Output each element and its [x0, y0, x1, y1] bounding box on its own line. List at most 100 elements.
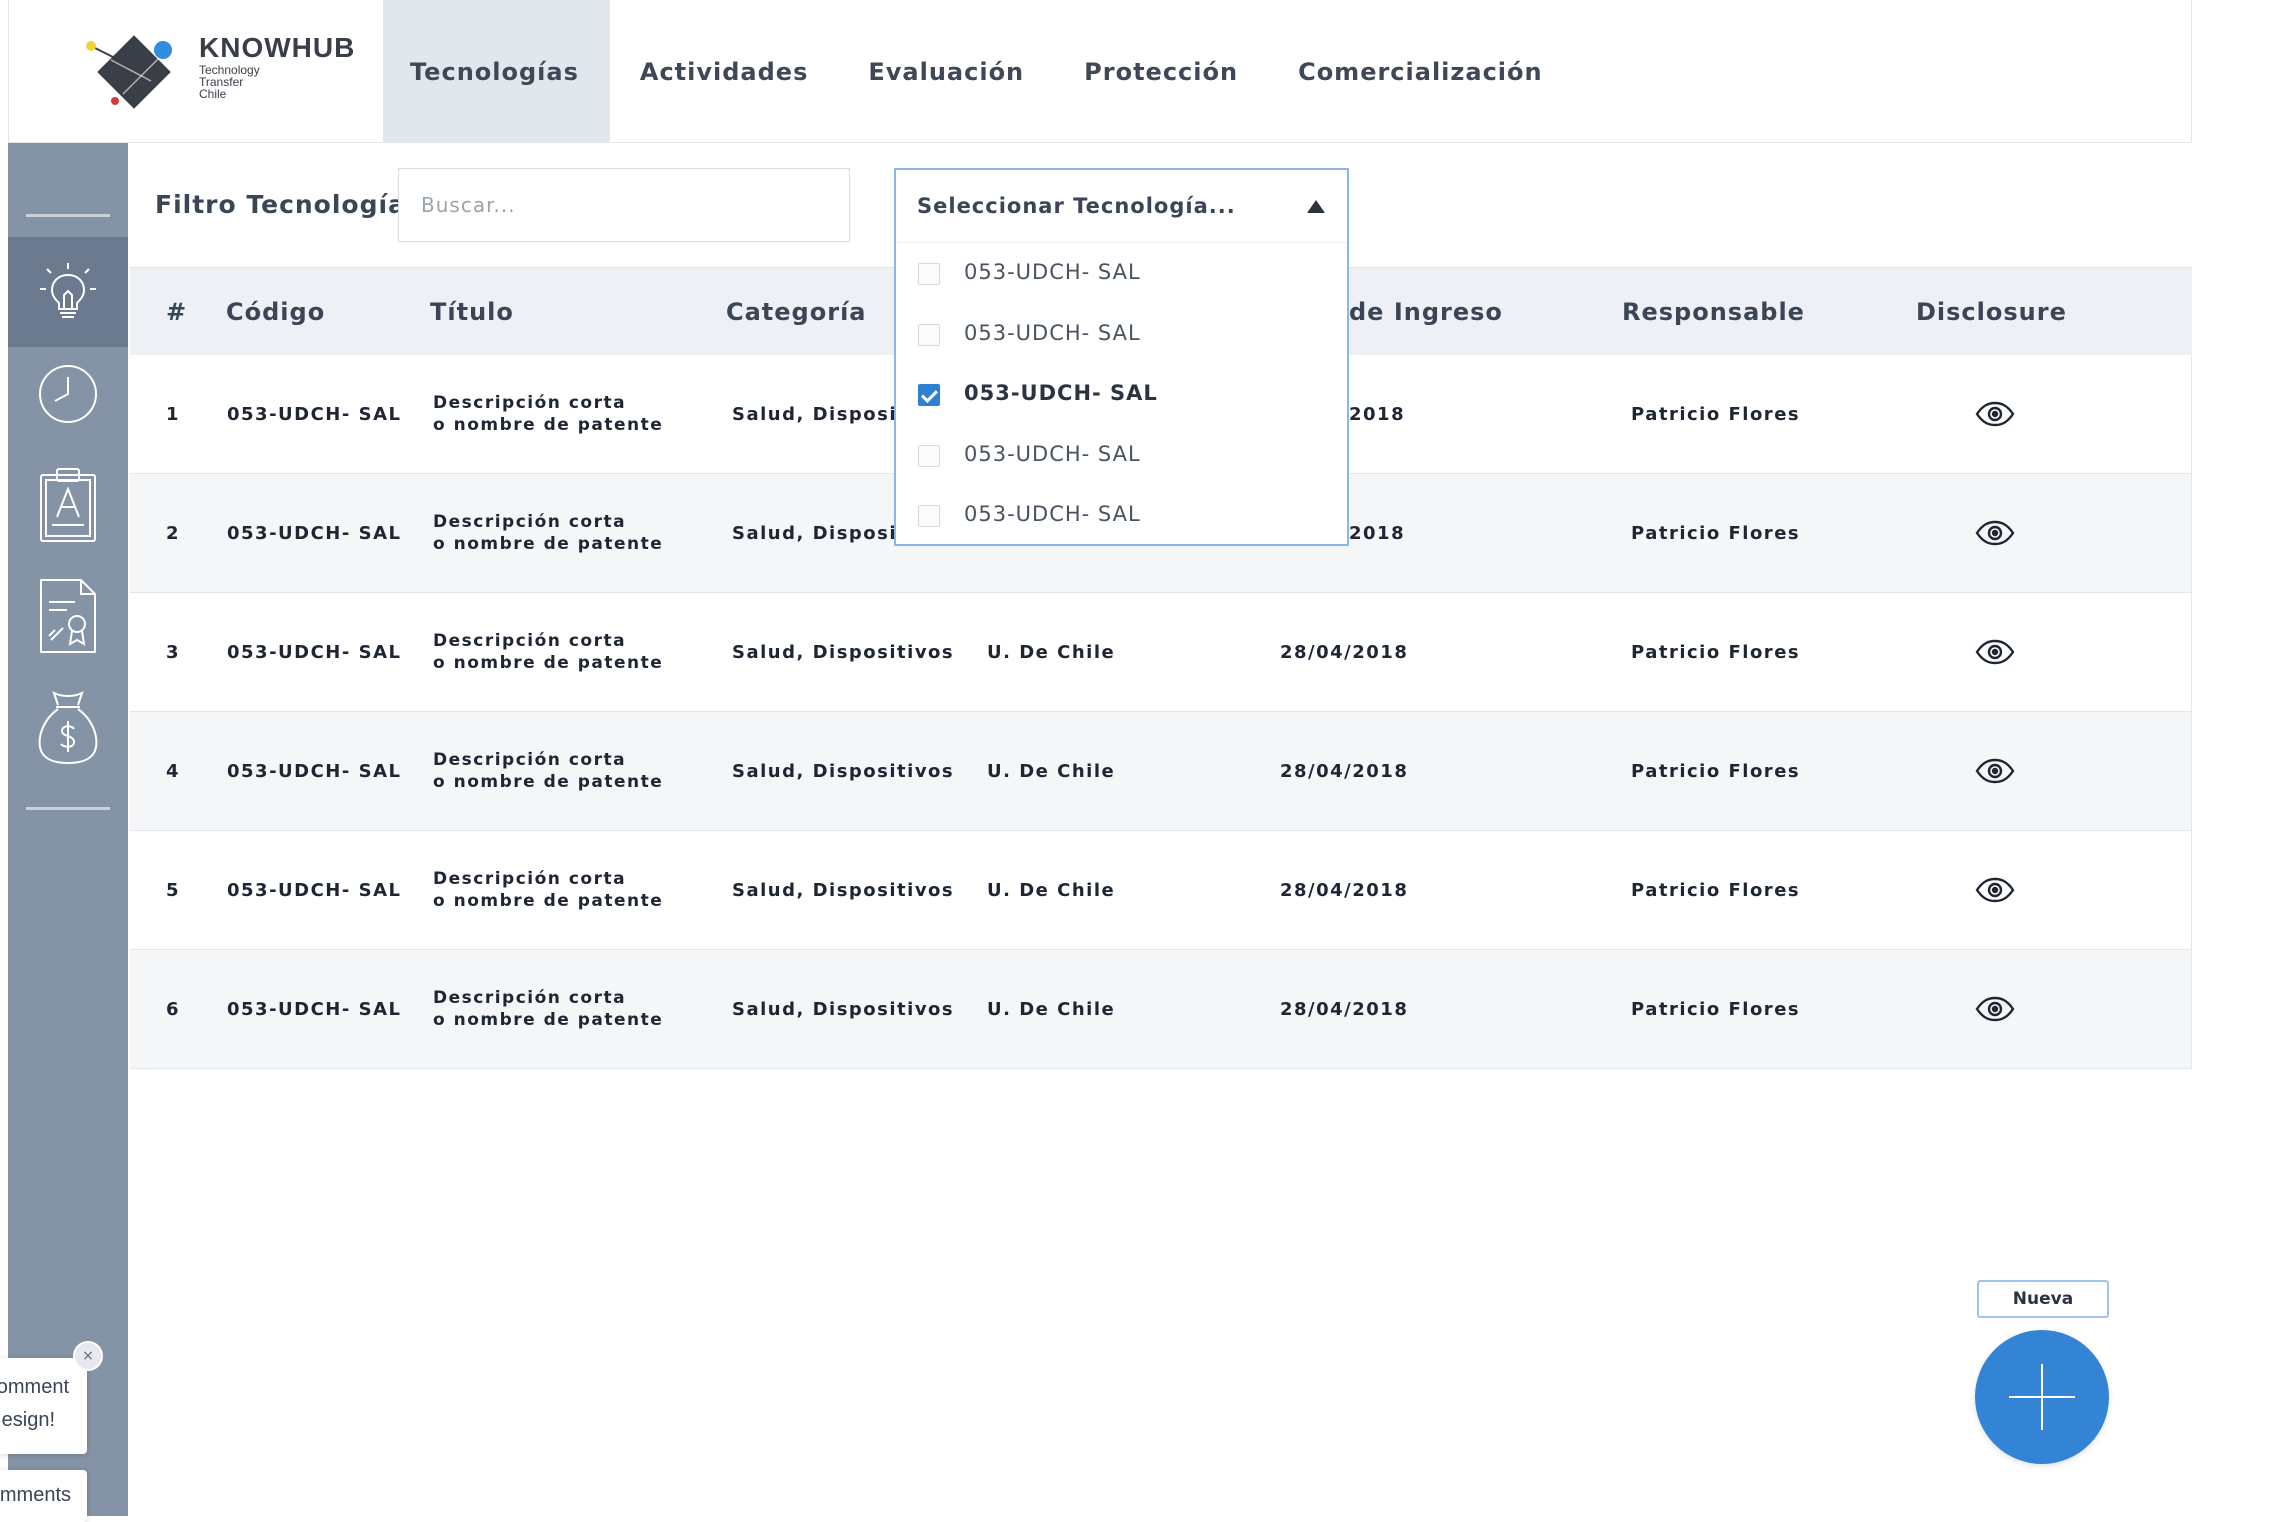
cell-codigo: 053-UDCH- SAL — [227, 879, 402, 901]
cell-num: 1 — [166, 403, 181, 425]
sidebar-item-proteccion[interactable] — [8, 561, 128, 671]
checkbox[interactable] — [918, 444, 940, 467]
cell-codigo: 053-UDCH- SAL — [227, 760, 402, 782]
cell-fecha-ingreso: 28/04/2018 — [1280, 641, 1409, 663]
nav-tab-evaluacion[interactable]: Evaluación — [838, 0, 1054, 143]
cell-titulo-line-2: o nombre de patente — [433, 1010, 664, 1030]
technology-select-placeholder: Seleccionar Tecnología... — [917, 194, 1236, 218]
cell-categoria: Salud, Dispositivos — [732, 641, 955, 663]
cell-categoria: Salud, Dispositivos — [732, 998, 955, 1020]
eye-icon[interactable] — [1975, 831, 2015, 949]
eye-icon[interactable] — [1975, 712, 2015, 830]
cell-num: 4 — [166, 760, 181, 782]
eye-icon[interactable] — [1975, 355, 2015, 473]
sidebar-divider — [26, 807, 110, 810]
sidebar-item-tecnologias[interactable] — [8, 237, 128, 347]
nav-tab-comercializacion[interactable]: Comercialización — [1268, 0, 1573, 143]
cell-responsable: Patricio Flores — [1631, 998, 1801, 1020]
sidebar-item-evaluacion[interactable] — [8, 450, 128, 560]
cell-titulo: Descripción corta o nombre de patente — [433, 355, 673, 473]
sidebar — [8, 143, 128, 1516]
technology-option[interactable]: 053-UDCH- SAL — [896, 364, 1347, 425]
comments-button[interactable]: mments — [0, 1470, 87, 1522]
table-row[interactable]: 4 053-UDCH- SAL Descripción corta o nombre … — [130, 712, 2192, 831]
cell-titulo-line-2: o nombre de patente — [433, 891, 664, 911]
col-header-ingreso[interactable]: de Ingreso — [1349, 268, 1503, 356]
cell-codigo: 053-UDCH- SAL — [227, 998, 402, 1020]
eye-icon[interactable] — [1975, 593, 2015, 711]
technology-option[interactable]: 053-UDCH- SAL — [896, 243, 1347, 304]
table-row[interactable]: 3 053-UDCH- SAL Descripción corta o nombre … — [130, 593, 2192, 712]
checkbox[interactable] — [918, 323, 940, 346]
cell-titulo: Descripción corta o nombre de patente — [433, 474, 673, 592]
cell-titulo-line-1: Descripción corta — [433, 988, 627, 1008]
checkbox[interactable] — [918, 505, 940, 527]
nav-tab-actividades[interactable]: Actividades — [610, 0, 839, 143]
technology-option[interactable]: 053-UDCH- SAL — [896, 425, 1347, 486]
cell-num: 6 — [166, 998, 181, 1020]
table-row[interactable]: 6 053-UDCH- SAL Descripción corta o nombre … — [130, 950, 2192, 1069]
cell-responsable: Patricio Flores — [1631, 760, 1801, 782]
knowhub-wordmark: KNOWHUB Technology Transfer Chile — [199, 32, 356, 101]
col-header-categoria[interactable]: Categoría — [726, 268, 866, 356]
cell-responsable: Patricio Flores — [1631, 403, 1801, 425]
search-input[interactable] — [398, 168, 850, 242]
checkbox[interactable] — [918, 384, 940, 406]
technology-option[interactable]: 053-UDCH- SAL — [896, 485, 1347, 546]
checkbox[interactable] — [918, 263, 940, 285]
brand-tagline-3: Chile — [199, 87, 227, 101]
cell-institucion: U. De Chile — [987, 879, 1116, 901]
comment-prompt-line-2: esign! — [1, 1409, 55, 1431]
sidebar-divider — [26, 214, 110, 217]
brand-name-b: HUB — [291, 32, 356, 63]
cell-codigo: 053-UDCH- SAL — [227, 522, 402, 544]
cell-titulo: Descripción corta o nombre de patente — [433, 831, 673, 949]
nav-tab-proteccion[interactable]: Protección — [1054, 0, 1268, 143]
technology-option-label: 053-UDCH- SAL — [964, 320, 1141, 345]
money-bag-icon — [38, 691, 98, 765]
col-header-titulo[interactable]: Título — [430, 268, 514, 356]
technology-select-trigger[interactable]: Seleccionar Tecnología... — [896, 170, 1347, 243]
technology-option[interactable]: 053-UDCH- SAL — [896, 304, 1347, 365]
col-header-disclosure: Disclosure — [1916, 298, 2067, 326]
col-header-num: # — [166, 298, 188, 326]
cell-titulo-line-2: o nombre de patente — [433, 772, 664, 792]
cell-titulo-line-1: Descripción corta — [433, 512, 627, 532]
caret-up-icon — [1307, 200, 1325, 213]
cell-titulo: Descripción corta o nombre de patente — [433, 950, 673, 1068]
comments-button-label: mments — [0, 1484, 71, 1506]
add-technology-button[interactable] — [1975, 1330, 2109, 1464]
eye-icon[interactable] — [1975, 950, 2015, 1068]
cell-titulo-line-1: Descripción corta — [433, 393, 627, 413]
knowhub-logo[interactable]: KNOWHUB Technology Transfer Chile — [81, 26, 361, 116]
cell-fecha-ingreso: 2018 — [1349, 522, 1406, 544]
cell-responsable: Patricio Flores — [1631, 641, 1801, 663]
sidebar-item-actividades[interactable] — [8, 339, 128, 449]
cell-fecha-ingreso: 2018 — [1349, 403, 1406, 425]
table-row[interactable]: 5 053-UDCH- SAL Descripción corta o nombre … — [130, 831, 2192, 950]
lightbulb-icon — [40, 263, 96, 318]
eye-icon[interactable] — [1975, 474, 2015, 592]
close-icon[interactable]: × — [73, 1341, 103, 1371]
cell-categoria: Salud, Dispositivos — [732, 760, 955, 782]
cell-titulo-line-1: Descripción corta — [433, 631, 627, 651]
sidebar-item-comercializacion[interactable] — [8, 672, 128, 782]
cell-num: 3 — [166, 641, 181, 663]
cell-institucion: U. De Chile — [987, 760, 1116, 782]
nav-tab-tecnologias[interactable]: Tecnologías — [383, 0, 610, 143]
new-tooltip: Nueva — [1977, 1280, 2109, 1318]
filter-label: Filtro Tecnologías — [155, 190, 422, 219]
technology-option-label: 053-UDCH- SAL — [964, 502, 1141, 526]
col-header-responsable[interactable]: Responsable — [1622, 268, 1805, 356]
cell-responsable: Patricio Flores — [1631, 522, 1801, 544]
cell-titulo: Descripción corta o nombre de patente — [433, 712, 673, 830]
cell-codigo: 053-UDCH- SAL — [227, 403, 402, 425]
cell-titulo-line-2: o nombre de patente — [433, 534, 664, 554]
clock-icon — [39, 365, 97, 423]
col-header-codigo[interactable]: Código — [226, 268, 325, 356]
technology-select[interactable]: Seleccionar Tecnología... 053-UDCH- SAL 0… — [894, 168, 1349, 546]
technology-option-label: 053-UDCH- SAL — [964, 441, 1141, 466]
certificate-document-icon — [40, 579, 96, 653]
cell-titulo-line-2: o nombre de patente — [433, 415, 664, 435]
comment-prompt-card: omment esign! — [0, 1358, 87, 1454]
